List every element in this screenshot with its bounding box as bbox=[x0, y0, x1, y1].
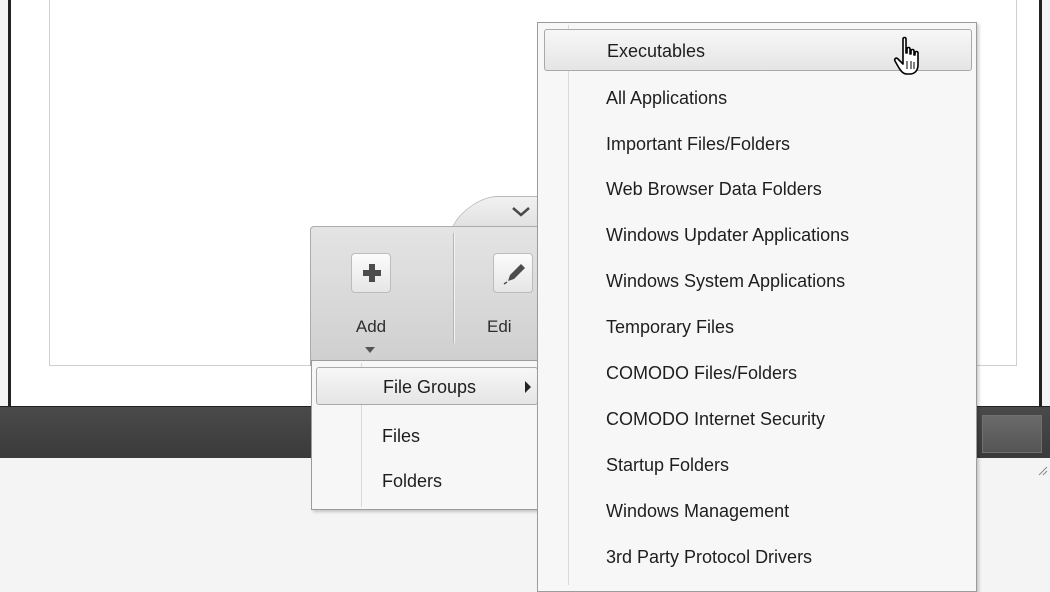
menu-item-label: 3rd Party Protocol Drivers bbox=[606, 547, 813, 567]
menu-item-label: Windows Management bbox=[606, 501, 790, 521]
hand-pointer-icon bbox=[893, 36, 919, 75]
menu-item-temporary-files[interactable]: Temporary Files bbox=[544, 306, 972, 348]
menu-item-label: Files bbox=[382, 426, 421, 446]
menu-item-files[interactable]: Files bbox=[316, 417, 538, 455]
menu-item-label: Important Files/Folders bbox=[606, 134, 791, 154]
menu-item-label: COMODO Files/Folders bbox=[606, 363, 798, 383]
menu-item-label: Windows System Applications bbox=[606, 271, 846, 291]
chevron-down-icon[interactable] bbox=[510, 204, 532, 220]
menu-item-windows-updater-applications[interactable]: Windows Updater Applications bbox=[544, 214, 972, 256]
menu-item-folders[interactable]: Folders bbox=[316, 462, 538, 500]
toolbar: Add Edi bbox=[310, 226, 538, 366]
add-button-label: Add bbox=[355, 317, 387, 336]
menu-item-comodo-files-folders[interactable]: COMODO Files/Folders bbox=[544, 352, 972, 394]
add-menu: File Groups Files Folders bbox=[311, 360, 543, 510]
menu-item-windows-system-applications[interactable]: Windows System Applications bbox=[544, 260, 972, 302]
plus-icon bbox=[363, 264, 381, 282]
triangle-right-icon bbox=[525, 381, 531, 393]
menu-item-startup-folders[interactable]: Startup Folders bbox=[544, 444, 972, 486]
edit-icon-box bbox=[493, 253, 533, 293]
toolbar-separator bbox=[453, 233, 454, 343]
bottom-bar-button[interactable] bbox=[982, 415, 1042, 453]
add-icon-box bbox=[351, 253, 391, 293]
menu-item-file-groups[interactable]: File Groups bbox=[316, 367, 538, 405]
menu-item-label: Windows Updater Applications bbox=[606, 225, 850, 245]
menu-item-label: File Groups bbox=[383, 377, 477, 397]
menu-item-label: Web Browser Data Folders bbox=[606, 179, 822, 199]
menu-item-label: COMODO Internet Security bbox=[606, 409, 826, 429]
menu-item-label: Executables bbox=[607, 41, 706, 61]
menu-item-label: Folders bbox=[382, 471, 443, 491]
pencil-icon bbox=[503, 264, 525, 285]
menu-item-windows-management[interactable]: Windows Management bbox=[544, 490, 972, 532]
triangle-down-icon[interactable] bbox=[365, 347, 375, 353]
menu-item-important-files-folders[interactable]: Important Files/Folders bbox=[544, 123, 972, 165]
add-button[interactable]: Add bbox=[335, 233, 415, 363]
resize-grip-icon[interactable] bbox=[1038, 466, 1048, 476]
menu-item-label: Startup Folders bbox=[606, 455, 730, 475]
menu-item-label: All Applications bbox=[606, 88, 728, 108]
edit-button[interactable]: Edi bbox=[477, 233, 539, 363]
file-groups-menu: Executables All Applications Important F… bbox=[537, 22, 977, 592]
menu-item-all-applications[interactable]: All Applications bbox=[544, 77, 972, 119]
menu-item-comodo-internet-security[interactable]: COMODO Internet Security bbox=[544, 398, 972, 440]
menu-item-label: Temporary Files bbox=[606, 317, 735, 337]
edit-button-label: Edi bbox=[487, 317, 512, 336]
menu-item-3rd-party-protocol-drivers[interactable]: 3rd Party Protocol Drivers bbox=[544, 536, 972, 578]
menu-item-web-browser-data-folders[interactable]: Web Browser Data Folders bbox=[544, 168, 972, 210]
